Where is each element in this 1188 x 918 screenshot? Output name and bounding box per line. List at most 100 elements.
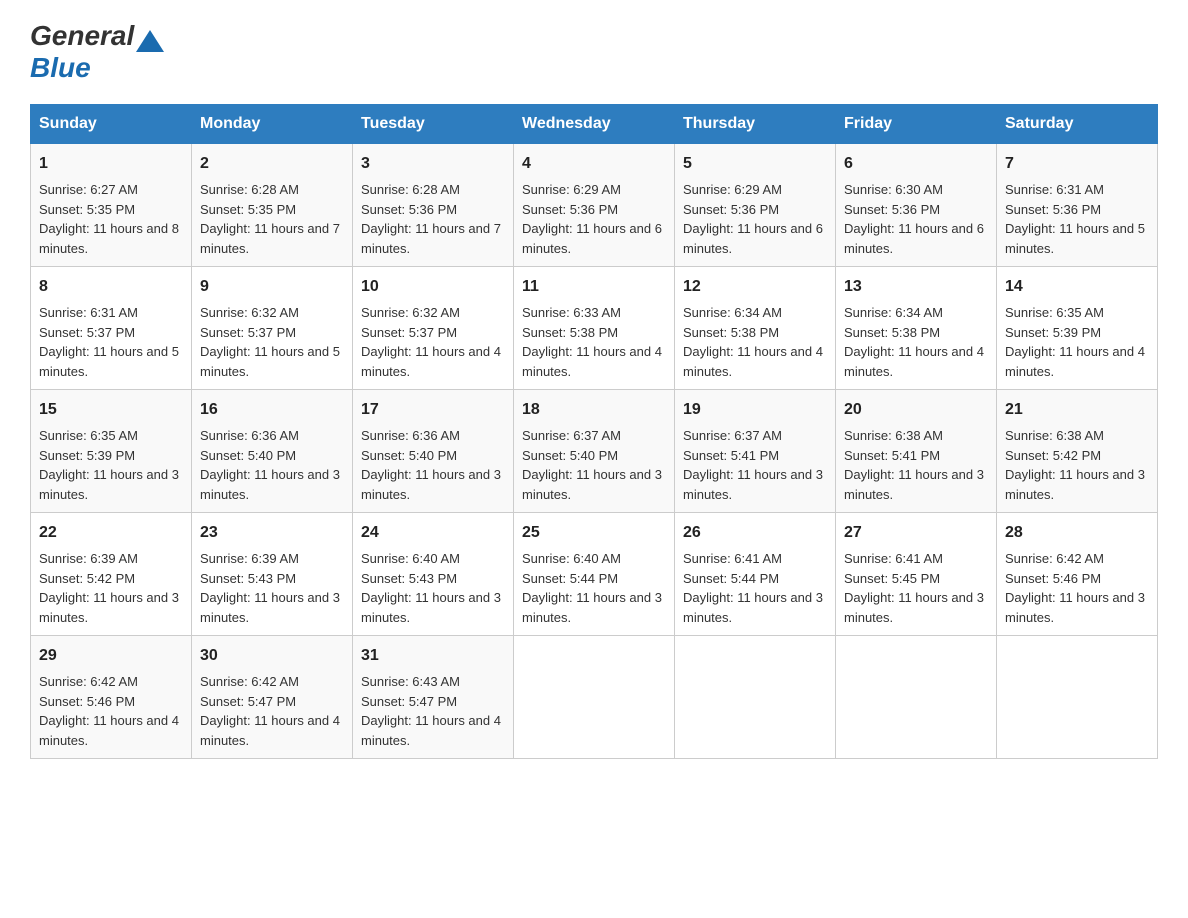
day-number: 1 bbox=[39, 152, 183, 176]
sunrise-text: Sunrise: 6:41 AM bbox=[844, 551, 943, 566]
daylight-text: Daylight: 11 hours and 6 minutes. bbox=[844, 221, 984, 256]
daylight-text: Daylight: 11 hours and 5 minutes. bbox=[1005, 221, 1145, 256]
day-number: 27 bbox=[844, 521, 988, 545]
daylight-text: Daylight: 11 hours and 3 minutes. bbox=[39, 590, 179, 625]
sunset-text: Sunset: 5:36 PM bbox=[844, 202, 940, 217]
sunrise-text: Sunrise: 6:42 AM bbox=[39, 674, 138, 689]
sunrise-text: Sunrise: 6:39 AM bbox=[39, 551, 138, 566]
calendar-cell: 28 Sunrise: 6:42 AM Sunset: 5:46 PM Dayl… bbox=[997, 513, 1158, 636]
day-header-friday: Friday bbox=[836, 105, 997, 144]
calendar-cell: 13 Sunrise: 6:34 AM Sunset: 5:38 PM Dayl… bbox=[836, 267, 997, 390]
day-number: 13 bbox=[844, 275, 988, 299]
day-number: 7 bbox=[1005, 152, 1149, 176]
daylight-text: Daylight: 11 hours and 8 minutes. bbox=[39, 221, 179, 256]
sunset-text: Sunset: 5:47 PM bbox=[200, 694, 296, 709]
sunset-text: Sunset: 5:37 PM bbox=[361, 325, 457, 340]
sunrise-text: Sunrise: 6:33 AM bbox=[522, 305, 621, 320]
calendar-week-5: 29 Sunrise: 6:42 AM Sunset: 5:46 PM Dayl… bbox=[31, 636, 1158, 759]
calendar-cell bbox=[675, 636, 836, 759]
sunrise-text: Sunrise: 6:32 AM bbox=[200, 305, 299, 320]
sunset-text: Sunset: 5:35 PM bbox=[39, 202, 135, 217]
sunrise-text: Sunrise: 6:42 AM bbox=[1005, 551, 1104, 566]
daylight-text: Daylight: 11 hours and 4 minutes. bbox=[844, 344, 984, 379]
daylight-text: Daylight: 11 hours and 3 minutes. bbox=[39, 467, 179, 502]
sunset-text: Sunset: 5:44 PM bbox=[522, 571, 618, 586]
sunrise-text: Sunrise: 6:35 AM bbox=[1005, 305, 1104, 320]
calendar-body: 1 Sunrise: 6:27 AM Sunset: 5:35 PM Dayli… bbox=[31, 144, 1158, 759]
day-number: 29 bbox=[39, 644, 183, 668]
sunrise-text: Sunrise: 6:32 AM bbox=[361, 305, 460, 320]
day-number: 6 bbox=[844, 152, 988, 176]
sunrise-text: Sunrise: 6:29 AM bbox=[683, 182, 782, 197]
sunset-text: Sunset: 5:45 PM bbox=[844, 571, 940, 586]
sunset-text: Sunset: 5:40 PM bbox=[361, 448, 457, 463]
sunrise-text: Sunrise: 6:27 AM bbox=[39, 182, 138, 197]
calendar-cell: 29 Sunrise: 6:42 AM Sunset: 5:46 PM Dayl… bbox=[31, 636, 192, 759]
calendar-cell: 21 Sunrise: 6:38 AM Sunset: 5:42 PM Dayl… bbox=[997, 390, 1158, 513]
day-header-saturday: Saturday bbox=[997, 105, 1158, 144]
day-number: 3 bbox=[361, 152, 505, 176]
day-header-tuesday: Tuesday bbox=[353, 105, 514, 144]
daylight-text: Daylight: 11 hours and 4 minutes. bbox=[200, 713, 340, 748]
day-number: 17 bbox=[361, 398, 505, 422]
daylight-text: Daylight: 11 hours and 4 minutes. bbox=[39, 713, 179, 748]
calendar-cell: 14 Sunrise: 6:35 AM Sunset: 5:39 PM Dayl… bbox=[997, 267, 1158, 390]
daylight-text: Daylight: 11 hours and 6 minutes. bbox=[522, 221, 662, 256]
sunset-text: Sunset: 5:44 PM bbox=[683, 571, 779, 586]
day-number: 25 bbox=[522, 521, 666, 545]
sunset-text: Sunset: 5:40 PM bbox=[522, 448, 618, 463]
day-header-wednesday: Wednesday bbox=[514, 105, 675, 144]
sunrise-text: Sunrise: 6:29 AM bbox=[522, 182, 621, 197]
calendar-cell: 23 Sunrise: 6:39 AM Sunset: 5:43 PM Dayl… bbox=[192, 513, 353, 636]
day-number: 10 bbox=[361, 275, 505, 299]
calendar-cell: 27 Sunrise: 6:41 AM Sunset: 5:45 PM Dayl… bbox=[836, 513, 997, 636]
day-number: 26 bbox=[683, 521, 827, 545]
daylight-text: Daylight: 11 hours and 7 minutes. bbox=[361, 221, 501, 256]
sunrise-text: Sunrise: 6:34 AM bbox=[844, 305, 943, 320]
sunset-text: Sunset: 5:46 PM bbox=[39, 694, 135, 709]
sunrise-text: Sunrise: 6:34 AM bbox=[683, 305, 782, 320]
calendar-week-1: 1 Sunrise: 6:27 AM Sunset: 5:35 PM Dayli… bbox=[31, 144, 1158, 267]
sunset-text: Sunset: 5:38 PM bbox=[844, 325, 940, 340]
day-number: 16 bbox=[200, 398, 344, 422]
calendar-cell: 19 Sunrise: 6:37 AM Sunset: 5:41 PM Dayl… bbox=[675, 390, 836, 513]
sunset-text: Sunset: 5:42 PM bbox=[39, 571, 135, 586]
day-number: 18 bbox=[522, 398, 666, 422]
sunrise-text: Sunrise: 6:41 AM bbox=[683, 551, 782, 566]
calendar-cell bbox=[836, 636, 997, 759]
calendar-cell: 9 Sunrise: 6:32 AM Sunset: 5:37 PM Dayli… bbox=[192, 267, 353, 390]
calendar-cell: 12 Sunrise: 6:34 AM Sunset: 5:38 PM Dayl… bbox=[675, 267, 836, 390]
calendar-week-2: 8 Sunrise: 6:31 AM Sunset: 5:37 PM Dayli… bbox=[31, 267, 1158, 390]
sunrise-text: Sunrise: 6:31 AM bbox=[39, 305, 138, 320]
calendar-cell: 26 Sunrise: 6:41 AM Sunset: 5:44 PM Dayl… bbox=[675, 513, 836, 636]
sunrise-text: Sunrise: 6:39 AM bbox=[200, 551, 299, 566]
sunset-text: Sunset: 5:41 PM bbox=[683, 448, 779, 463]
day-number: 8 bbox=[39, 275, 183, 299]
day-number: 21 bbox=[1005, 398, 1149, 422]
daylight-text: Daylight: 11 hours and 3 minutes. bbox=[200, 467, 340, 502]
day-number: 2 bbox=[200, 152, 344, 176]
day-number: 30 bbox=[200, 644, 344, 668]
day-number: 22 bbox=[39, 521, 183, 545]
calendar-cell: 4 Sunrise: 6:29 AM Sunset: 5:36 PM Dayli… bbox=[514, 144, 675, 267]
sunrise-text: Sunrise: 6:28 AM bbox=[200, 182, 299, 197]
sunrise-text: Sunrise: 6:37 AM bbox=[522, 428, 621, 443]
day-number: 4 bbox=[522, 152, 666, 176]
calendar-cell: 7 Sunrise: 6:31 AM Sunset: 5:36 PM Dayli… bbox=[997, 144, 1158, 267]
daylight-text: Daylight: 11 hours and 3 minutes. bbox=[1005, 467, 1145, 502]
daylight-text: Daylight: 11 hours and 3 minutes. bbox=[683, 467, 823, 502]
sunrise-text: Sunrise: 6:35 AM bbox=[39, 428, 138, 443]
daylight-text: Daylight: 11 hours and 3 minutes. bbox=[522, 467, 662, 502]
calendar-cell: 5 Sunrise: 6:29 AM Sunset: 5:36 PM Dayli… bbox=[675, 144, 836, 267]
calendar-cell: 18 Sunrise: 6:37 AM Sunset: 5:40 PM Dayl… bbox=[514, 390, 675, 513]
calendar-cell bbox=[997, 636, 1158, 759]
sunset-text: Sunset: 5:43 PM bbox=[200, 571, 296, 586]
sunrise-text: Sunrise: 6:31 AM bbox=[1005, 182, 1104, 197]
daylight-text: Daylight: 11 hours and 3 minutes. bbox=[361, 467, 501, 502]
calendar-cell: 22 Sunrise: 6:39 AM Sunset: 5:42 PM Dayl… bbox=[31, 513, 192, 636]
sunset-text: Sunset: 5:47 PM bbox=[361, 694, 457, 709]
sunset-text: Sunset: 5:42 PM bbox=[1005, 448, 1101, 463]
day-number: 12 bbox=[683, 275, 827, 299]
calendar-cell: 30 Sunrise: 6:42 AM Sunset: 5:47 PM Dayl… bbox=[192, 636, 353, 759]
logo-blue-text: Blue bbox=[30, 52, 91, 84]
